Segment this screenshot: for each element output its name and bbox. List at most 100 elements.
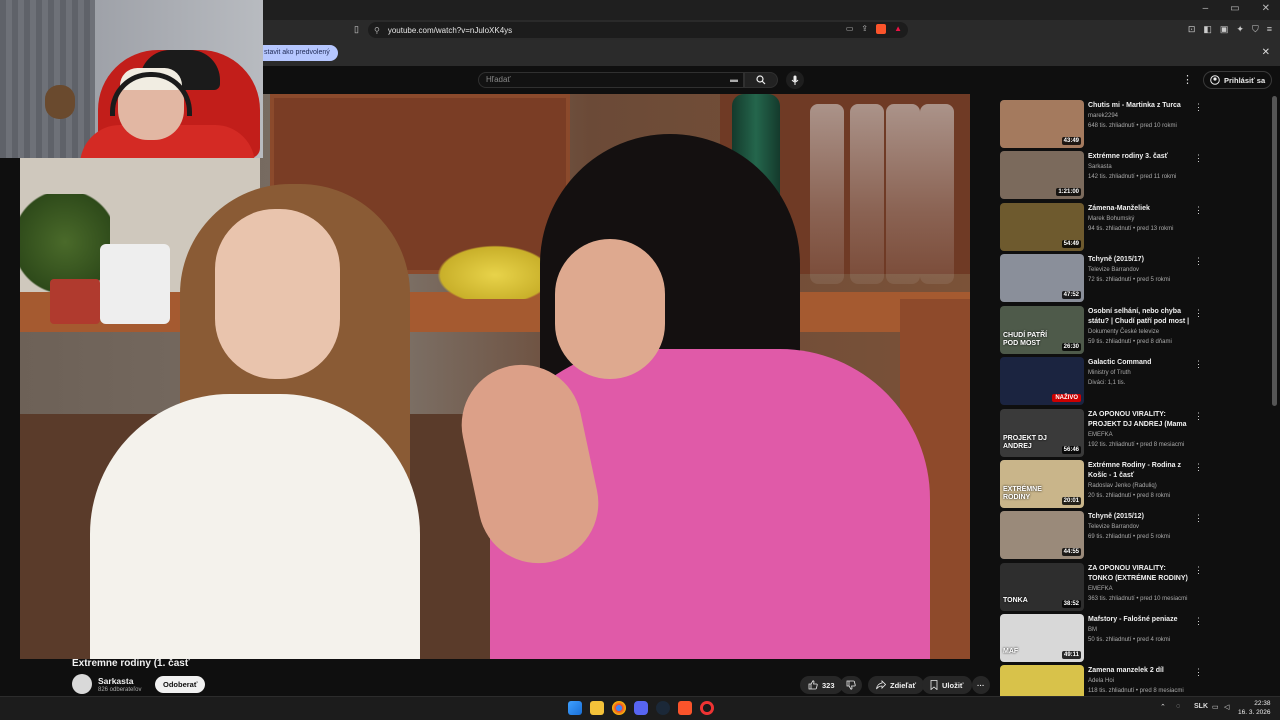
recommendation-item[interactable]: PROJEKT DJ ANDREJ 56:46 ZA OPONOU VIRALITY… [1000, 409, 1203, 457]
recommendation-title[interactable]: Tchyně (2015/17) [1088, 255, 1190, 265]
recommendation-channel[interactable]: BM [1088, 627, 1097, 633]
brave-icon[interactable] [678, 701, 692, 715]
wallet-icon[interactable]: ▣ [1220, 24, 1229, 35]
extensions-icon[interactable]: ⊡ [1188, 24, 1196, 35]
infobar-close-icon[interactable]: ✕ [1262, 47, 1270, 58]
recommendation-item[interactable]: TONKA 38:52 ZA OPONOU VIRALITY: TONKO (EXT… [1000, 563, 1203, 611]
maximize-button[interactable]: ▭ [1230, 3, 1239, 14]
recommendation-thumbnail[interactable]: TONKA 38:52 [1000, 563, 1084, 611]
recommendation-thumbnail[interactable]: 1:21:00 [1000, 151, 1084, 199]
clock[interactable]: 22:38 16. 3. 2026 [1238, 699, 1271, 717]
discord-icon[interactable] [634, 701, 648, 715]
start-button-icon[interactable] [568, 701, 582, 715]
leo-icon[interactable]: ✦ [1236, 24, 1244, 35]
recommendation-more-icon[interactable]: ⋮ [1194, 308, 1203, 319]
recommendation-channel[interactable]: EMEFKA [1088, 586, 1113, 592]
minimize-button[interactable]: – [1203, 3, 1209, 14]
subscribe-button[interactable]: Odoberať [155, 676, 206, 693]
recommendation-item[interactable]: 1:21:00 Extrémne rodiny 3. časť Sarkasta 14… [1000, 151, 1203, 199]
url-text[interactable]: youtube.com/watch?v=nJuloXK4ys [388, 26, 512, 35]
recommendation-thumbnail[interactable]: MAF 49:11 [1000, 614, 1084, 662]
more-actions-button[interactable]: ··· [972, 676, 990, 694]
recommendation-thumbnail[interactable]: 54:49 [1000, 203, 1084, 251]
recommendation-channel[interactable]: Televize Barrandov [1088, 524, 1139, 530]
steam-icon[interactable] [656, 701, 670, 715]
recommendation-item[interactable]: CHUDÍ PATŘÍ POD MOST 26:30 Osobní selhání,… [1000, 306, 1203, 354]
recommendation-more-icon[interactable]: ⋮ [1194, 102, 1203, 113]
volume-icon[interactable]: ◁ [1224, 703, 1229, 711]
recommendation-more-icon[interactable]: ⋮ [1194, 256, 1203, 267]
video-player[interactable] [20, 94, 970, 659]
recommendation-channel[interactable]: Marek Bohumský [1088, 216, 1134, 222]
bookmark-icon[interactable]: ▯ [354, 24, 359, 35]
cast-icon[interactable]: ▭ [846, 24, 854, 34]
recommendation-more-icon[interactable]: ⋮ [1194, 462, 1203, 473]
recommendation-title[interactable]: Extrémne Rodiny - Rodina z Košíc - 1 čas… [1088, 461, 1190, 481]
recommendation-thumbnail[interactable]: 47:52 [1000, 254, 1084, 302]
recommendation-title[interactable]: Mafstory - Falošné peniaze [1088, 615, 1190, 625]
recommendation-channel[interactable]: Radoslav Jenko (Raduliq) [1088, 483, 1157, 489]
recommendation-item[interactable]: MAF 49:11 Mafstory - Falošné peniaze BM 50 t… [1000, 614, 1203, 662]
sidebar-icon[interactable]: ◧ [1203, 24, 1212, 35]
close-window-button[interactable]: ✕ [1262, 3, 1270, 14]
recommendation-title[interactable]: Osobní selhání, nebo chyba státu? | Chud… [1088, 307, 1190, 327]
recommendation-title[interactable]: Galactic Command [1088, 358, 1190, 368]
search-button[interactable] [744, 72, 778, 88]
save-button[interactable]: Uložiť [922, 676, 972, 694]
share-icon[interactable]: ⇪ [861, 24, 868, 34]
tray-chevron-icon[interactable]: ⌃ [1160, 703, 1166, 711]
recommendation-thumbnail[interactable]: EXTRÉMNE RODINY 20:01 [1000, 460, 1084, 508]
recommendation-title[interactable]: ZA OPONOU VIRALITY: TONKO (EXTRÉMNE RODI… [1088, 564, 1190, 584]
recommendation-channel[interactable]: Televize Barrandov [1088, 267, 1139, 273]
recommendation-thumbnail[interactable]: 44:55 [1000, 511, 1084, 559]
brave-shields-icon[interactable] [876, 24, 887, 34]
recommendation-item[interactable]: 44:55 Tchyně (2015/12) Televize Barrandov 6… [1000, 511, 1203, 559]
channel-avatar[interactable] [72, 674, 92, 694]
recommendation-thumbnail[interactable]: NAŽIVO [1000, 357, 1084, 405]
dislike-button[interactable] [840, 676, 862, 694]
site-info-icon[interactable]: ⚲ [374, 26, 380, 35]
recommendation-more-icon[interactable]: ⋮ [1194, 616, 1203, 627]
recommendation-thumbnail[interactable]: PROJEKT DJ ANDREJ 56:46 [1000, 409, 1084, 457]
tray-mic-icon[interactable]: ◌ [1176, 703, 1180, 710]
file-explorer-icon[interactable] [590, 701, 604, 715]
channel-name[interactable]: Sarkasta [98, 676, 133, 686]
recommendation-channel[interactable]: EMEFKA [1088, 432, 1113, 438]
recommendation-item[interactable]: NAŽIVO Galactic Command Ministry of Truth D… [1000, 357, 1203, 405]
recommendation-channel[interactable]: Ministry of Truth [1088, 370, 1131, 376]
recommendation-more-icon[interactable]: ⋮ [1194, 513, 1203, 524]
share-button[interactable]: Zdieľať [868, 676, 925, 694]
recommendation-item[interactable]: 54:49 Zámena-Manželiek Marek Bohumský 94 ti… [1000, 203, 1203, 251]
recommendation-channel[interactable]: Dokumenty České televize [1088, 329, 1159, 335]
voice-search-button[interactable] [786, 71, 804, 89]
signin-button[interactable]: Prihlásiť sa [1203, 71, 1273, 89]
recommendation-more-icon[interactable]: ⋮ [1194, 205, 1203, 216]
recommendation-title[interactable]: Tchyně (2015/12) [1088, 512, 1190, 522]
recommendation-item[interactable]: 47:52 Tchyně (2015/17) Televize Barrandov 7… [1000, 254, 1203, 302]
address-bar[interactable]: ⚲ youtube.com/watch?v=nJuloXK4ys ▭ ⇪ ▲ [368, 22, 908, 38]
recommendation-title[interactable]: Extrémne rodiny 3. časť [1088, 152, 1190, 162]
recommendation-title[interactable]: Chutis mi - Martinka z Turca [1088, 101, 1190, 111]
recommendation-thumbnail[interactable]: CHUDÍ PATŘÍ POD MOST 26:30 [1000, 306, 1084, 354]
recommendation-title[interactable]: Zámena-Manželiek [1088, 204, 1190, 214]
keyboard-icon[interactable]: ▬ [730, 75, 738, 84]
recommendation-item[interactable]: 43:49 Chutis mi - Martinka z Turca marek22… [1000, 100, 1203, 148]
language-indicator[interactable]: SLK [1194, 703, 1208, 710]
recommendation-more-icon[interactable]: ⋮ [1194, 667, 1203, 678]
like-button[interactable]: 323 [800, 676, 843, 694]
settings-more-icon[interactable]: ⋮ [1182, 73, 1193, 86]
recommendation-more-icon[interactable]: ⋮ [1194, 411, 1203, 422]
recommendation-channel[interactable]: Adela Hoi [1088, 678, 1114, 684]
recommendation-title[interactable]: Zamena manzelek 2 díl [1088, 666, 1190, 676]
recommendation-channel[interactable]: Sarkasta [1088, 164, 1112, 170]
set-default-button[interactable]: stavit ako predvolený [254, 45, 338, 61]
rewards-icon[interactable]: ▲ [894, 24, 902, 34]
recommendation-more-icon[interactable]: ⋮ [1194, 359, 1203, 370]
recommendation-item[interactable]: EXTRÉMNE RODINY 20:01 Extrémne Rodiny - Ro… [1000, 460, 1203, 508]
recommendation-channel[interactable]: marek2294 [1088, 113, 1118, 119]
network-icon[interactable]: ▭ [1212, 703, 1219, 711]
search-input[interactable]: Hľadať [478, 72, 744, 88]
recommendation-title[interactable]: ZA OPONOU VIRALITY: PROJEKT DJ ANDREJ (M… [1088, 410, 1190, 430]
chrome-icon[interactable] [612, 701, 626, 715]
obs-icon[interactable] [700, 701, 714, 715]
